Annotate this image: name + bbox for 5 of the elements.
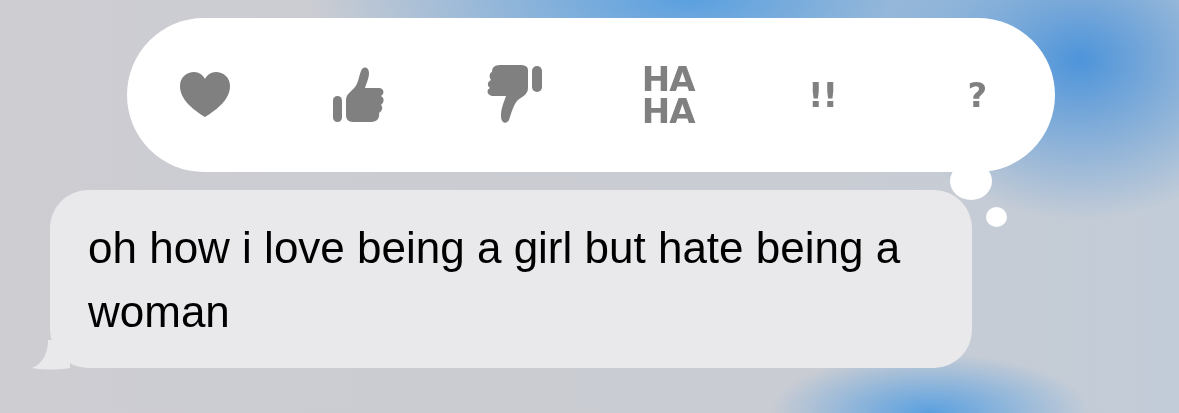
reaction-button[interactable]: !! (792, 60, 853, 130)
reaction-button[interactable]: ? (946, 60, 1007, 130)
bubble-tail-dot (986, 207, 1007, 227)
message-text: oh how i love being a girl but hate being a woman (88, 223, 901, 336)
reaction-button[interactable]: HA HA (638, 60, 699, 130)
